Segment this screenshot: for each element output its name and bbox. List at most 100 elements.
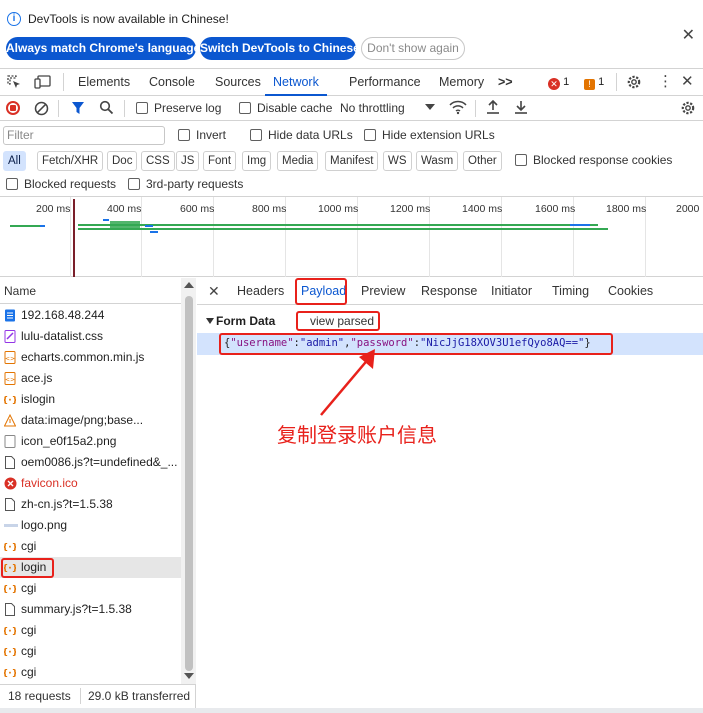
request-row[interactable]: icon_e0f15a2.png <box>0 431 181 452</box>
tab-memory[interactable]: Memory <box>439 69 484 96</box>
type-filter-font[interactable]: Font <box>203 151 237 171</box>
request-name: cgi <box>21 644 37 658</box>
type-filter-img[interactable]: Img <box>242 151 272 171</box>
type-filter-all[interactable]: All <box>3 151 26 171</box>
devtools-tabbar: Elements Console Sources Network Perform… <box>0 68 703 96</box>
device-toolbar-icon[interactable] <box>34 74 52 90</box>
network-settings-gear-icon[interactable] <box>680 100 696 116</box>
always-match-language-button[interactable]: Always match Chrome's language <box>6 37 200 60</box>
waterfall-bar <box>150 231 158 233</box>
tab-network[interactable]: Network <box>265 69 327 96</box>
request-row[interactable]: summary.js?t=1.5.38 <box>0 599 181 620</box>
request-name: islogin <box>21 392 56 406</box>
tab-sources[interactable]: Sources <box>215 69 261 96</box>
type-filter-doc[interactable]: Doc <box>107 151 138 171</box>
invert-checkbox[interactable] <box>178 129 190 141</box>
error-count-badge[interactable]: ✕ 1 <box>548 75 569 90</box>
scroll-up-arrow-icon[interactable] <box>184 282 194 288</box>
type-filter-media[interactable]: Media <box>277 151 319 171</box>
request-row[interactable]: <> ace.js <box>0 368 181 389</box>
switch-to-chinese-button[interactable]: Switch DevTools to Chinese <box>200 37 360 60</box>
more-options-icon[interactable]: ⋮ <box>658 73 673 91</box>
filter-input[interactable]: Filter <box>3 126 165 145</box>
disable-cache-checkbox[interactable] <box>239 102 251 114</box>
inspect-element-icon[interactable] <box>6 74 22 90</box>
scroll-down-arrow-icon[interactable] <box>184 673 194 679</box>
request-name: echarts.common.min.js <box>21 350 145 364</box>
error-icon: ✕ <box>548 78 560 90</box>
request-row[interactable]: {·} cgi <box>0 578 181 599</box>
dont-show-again-button[interactable]: Don't show again <box>361 37 465 60</box>
tab-preview[interactable]: Preview <box>361 278 405 304</box>
file-icon <box>4 498 16 511</box>
request-row[interactable]: oem0086.js?t=undefined&_... <box>0 452 181 473</box>
close-detail-icon[interactable]: ✕ <box>208 283 220 299</box>
import-har-upload-icon[interactable] <box>486 99 500 115</box>
tick-label: 1600 ms <box>535 203 576 215</box>
request-row[interactable]: data:image/png;base... <box>0 410 181 431</box>
tab-cookies[interactable]: Cookies <box>608 278 653 304</box>
network-conditions-wifi-icon[interactable] <box>449 100 467 115</box>
request-row[interactable]: logo.png <box>0 515 181 536</box>
tab-initiator[interactable]: Initiator <box>491 278 532 304</box>
type-filter-js[interactable]: JS <box>176 151 200 171</box>
blocked-response-cookies-checkbox[interactable] <box>515 154 527 166</box>
filter-funnel-icon[interactable] <box>71 101 85 115</box>
third-party-requests-checkbox[interactable] <box>128 178 140 190</box>
toolbar-divider-3 <box>475 100 476 117</box>
request-row[interactable]: <> echarts.common.min.js <box>0 347 181 368</box>
hide-extension-urls-label: Hide extension URLs <box>382 128 495 142</box>
tab-performance[interactable]: Performance <box>349 69 421 96</box>
annotation-arrow <box>315 343 385 418</box>
more-tabs-button[interactable]: >> <box>498 69 513 96</box>
type-filter-css[interactable]: CSS <box>141 151 175 171</box>
name-column-header[interactable]: Name <box>0 278 181 304</box>
svg-text:{·}: {·} <box>4 585 16 595</box>
close-icon[interactable]: ✕ <box>682 25 695 45</box>
request-name: logo.png <box>21 518 68 532</box>
type-filter-other[interactable]: Other <box>463 151 502 171</box>
tab-console[interactable]: Console <box>149 69 195 96</box>
scrollbar-thumb[interactable] <box>185 296 193 671</box>
request-row[interactable]: {·} cgi <box>0 536 181 557</box>
payload-tab-highlight-box <box>295 278 347 305</box>
export-har-download-icon[interactable] <box>514 99 528 115</box>
tab-timing[interactable]: Timing <box>552 278 589 304</box>
tab-elements[interactable]: Elements <box>78 69 130 96</box>
record-icon[interactable] <box>6 101 20 115</box>
settings-gear-icon[interactable] <box>626 74 642 90</box>
search-icon[interactable] <box>99 100 114 115</box>
request-row[interactable]: lulu-datalist.css <box>0 326 181 347</box>
hide-extension-urls-checkbox[interactable] <box>364 129 376 141</box>
throttling-select[interactable]: No throttling <box>340 101 405 115</box>
request-row[interactable]: 192.168.48.244 <box>0 305 181 326</box>
error-icon <box>4 477 17 490</box>
request-row[interactable]: favicon.ico <box>0 473 181 494</box>
request-row[interactable]: {·} cgi <box>0 620 181 641</box>
tab-response[interactable]: Response <box>421 278 477 304</box>
request-row[interactable]: {·} islogin <box>0 389 181 410</box>
type-filter-ws[interactable]: WS <box>383 151 412 171</box>
network-overview-timeline[interactable]: 200 ms 400 ms 600 ms 800 ms 1000 ms 1200… <box>0 196 703 277</box>
request-row[interactable]: zh-cn.js?t=1.5.38 <box>0 494 181 515</box>
blocked-requests-checkbox[interactable] <box>6 178 18 190</box>
type-filter-manifest[interactable]: Manifest <box>325 151 379 171</box>
request-row[interactable]: {·} cgi <box>0 662 181 683</box>
type-filter-wasm[interactable]: Wasm <box>416 151 459 171</box>
request-count: 18 requests <box>8 689 71 703</box>
expand-triangle-icon[interactable] <box>206 318 214 324</box>
request-row[interactable]: {·} cgi <box>0 641 181 662</box>
warning-icon <box>4 414 16 427</box>
request-name: cgi <box>21 623 37 637</box>
warning-count-badge[interactable]: ! 1 <box>584 75 604 90</box>
type-filter-fetch-xhr[interactable]: Fetch/XHR <box>37 151 104 171</box>
hide-data-urls-checkbox[interactable] <box>250 129 262 141</box>
script-icon: <> <box>4 351 16 364</box>
tab-headers[interactable]: Headers <box>237 278 284 304</box>
chevron-down-icon[interactable] <box>425 104 435 110</box>
close-devtools-icon[interactable]: ✕ <box>681 73 694 91</box>
preserve-log-checkbox[interactable] <box>136 102 148 114</box>
clear-icon[interactable] <box>34 101 49 116</box>
form-data-heading[interactable]: Form Data <box>216 314 275 328</box>
blocked-response-cookies-label: Blocked response cookies <box>533 153 673 167</box>
